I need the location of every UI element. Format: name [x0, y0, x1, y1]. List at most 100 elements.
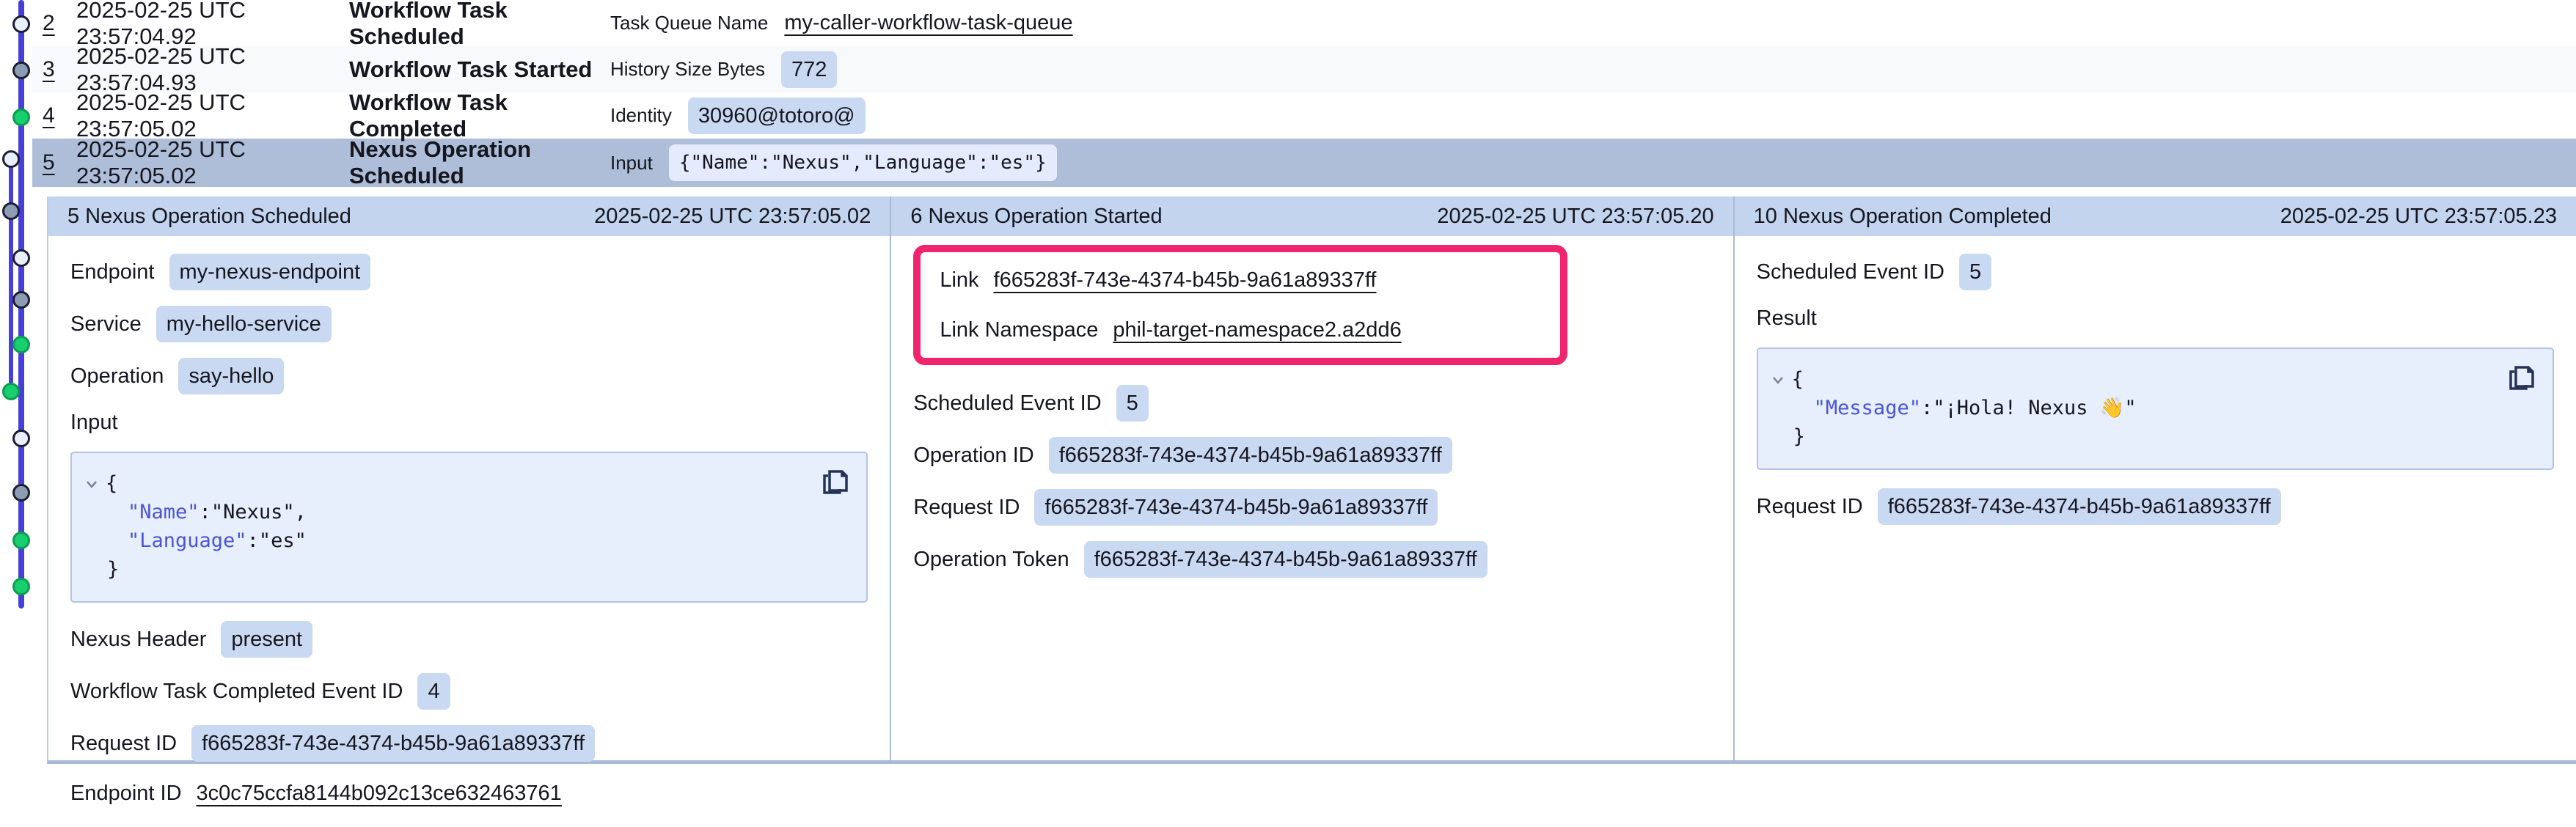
- history-row-nexus-operation-scheduled[interactable]: 5 2025-02-25 UTC 23:57:05.02 Nexus Opera…: [32, 139, 2576, 187]
- event-timestamp: 2025-02-25 UTC 23:57:05.02: [76, 136, 349, 189]
- event-name: Nexus Operation Scheduled: [349, 136, 610, 189]
- panel-header: 6 Nexus Operation Started 2025-02-25 UTC…: [891, 196, 1732, 236]
- panel-timestamp: 2025-02-25 UTC 23:57:05.20: [1437, 205, 1713, 229]
- collapse-chevron-icon[interactable]: [1770, 372, 1786, 388]
- event-dot-started[interactable]: [12, 291, 30, 309]
- wtc-event-id-badge: 4: [417, 673, 450, 710]
- history-row-workflow-task-started[interactable]: 3 2025-02-25 UTC 23:57:04.93 Workflow Ta…: [32, 46, 2576, 92]
- link-namespace-link[interactable]: phil-target-namespace2.a2dd6: [1113, 318, 1401, 342]
- link-highlight-annotation: Link f665283f-743e-4374-b45b-9a61a89337f…: [913, 245, 1567, 365]
- request-id-label: Request ID: [1757, 495, 1863, 519]
- panel-nexus-operation-started: 6 Nexus Operation Started 2025-02-25 UTC…: [890, 196, 1732, 760]
- history-row-workflow-task-completed[interactable]: 4 2025-02-25 UTC 23:57:05.02 Workflow Ta…: [32, 92, 2576, 139]
- input-label: Input: [70, 411, 118, 435]
- wtc-event-id-label: Workflow Task Completed Event ID: [70, 680, 403, 704]
- event-group-detail: 5 Nexus Operation Scheduled 2025-02-25 U…: [47, 196, 2576, 764]
- event-attr-label: History Size Bytes: [610, 58, 765, 81]
- json-close-brace: }: [1793, 422, 1805, 451]
- operation-id-badge: f665283f-743e-4374-b45b-9a61a89337ff: [1049, 437, 1452, 474]
- operation-token-badge: f665283f-743e-4374-b45b-9a61a89337ff: [1084, 541, 1488, 578]
- history-row-workflow-task-scheduled[interactable]: 2 2025-02-25 UTC 23:57:04.92 Workflow Ta…: [32, 0, 2576, 46]
- scheduled-event-id-badge: 5: [1959, 254, 1991, 290]
- operation-token-label: Operation Token: [913, 548, 1069, 572]
- json-value: "Nexus",: [211, 498, 307, 526]
- endpoint-label: Endpoint: [70, 260, 155, 284]
- event-timestamp: 2025-02-25 UTC 23:57:05.02: [76, 89, 349, 142]
- endpoint-badge: my-nexus-endpoint: [169, 254, 371, 290]
- scheduled-event-id-badge: 5: [1116, 385, 1149, 422]
- panel-nexus-operation-completed: 10 Nexus Operation Completed 2025-02-25 …: [1733, 196, 2576, 760]
- operation-label: Operation: [70, 364, 164, 389]
- operation-id-label: Operation ID: [913, 444, 1033, 468]
- event-attr-label: Identity: [610, 104, 672, 127]
- nexus-header-label: Nexus Header: [70, 628, 206, 652]
- input-payload-badge: {"Name":"Nexus","Language":"es"}: [669, 144, 1057, 181]
- event-id-link[interactable]: 4: [43, 103, 76, 128]
- event-dot-scheduled[interactable]: [12, 15, 30, 33]
- input-json-viewer: { "Name": "Nexus", "Language": "es" }: [70, 452, 868, 603]
- json-close-brace: }: [107, 555, 119, 584]
- event-timestamp: 2025-02-25 UTC 23:57:04.93: [76, 43, 349, 96]
- json-open-brace: {: [106, 469, 117, 498]
- event-name: Workflow Task Completed: [349, 89, 610, 142]
- request-id-label: Request ID: [913, 496, 1020, 520]
- event-dot-completed[interactable]: [12, 532, 30, 549]
- event-history-rows: 2 2025-02-25 UTC 23:57:04.92 Workflow Ta…: [32, 0, 2576, 187]
- json-key: "Name": [128, 498, 200, 526]
- scheduled-event-id-label: Scheduled Event ID: [1757, 260, 1944, 284]
- timeline-line: [9, 159, 13, 392]
- event-dot-started[interactable]: [12, 62, 30, 79]
- collapse-chevron-icon[interactable]: [84, 476, 100, 492]
- event-dot-scheduled[interactable]: [2, 150, 20, 168]
- json-value: "es": [259, 526, 307, 555]
- event-attr-label: Input: [610, 152, 653, 174]
- event-id-link[interactable]: 2: [43, 11, 76, 36]
- link-value-link[interactable]: f665283f-743e-4374-b45b-9a61a89337ff: [994, 268, 1377, 293]
- json-key: "Language": [128, 526, 247, 555]
- nexus-header-badge: present: [221, 621, 312, 658]
- endpoint-id-link[interactable]: 3c0c75ccfa8144b092c13ce632463761: [197, 782, 562, 806]
- event-dot-scheduled[interactable]: [12, 430, 30, 447]
- panel-timestamp: 2025-02-25 UTC 23:57:05.02: [594, 205, 871, 229]
- copy-icon[interactable]: [819, 465, 853, 499]
- request-id-label: Request ID: [70, 732, 177, 756]
- link-label: Link: [940, 268, 978, 293]
- request-id-badge: f665283f-743e-4374-b45b-9a61a89337ff: [1878, 488, 2281, 525]
- event-dot-started[interactable]: [12, 484, 30, 501]
- task-queue-link[interactable]: my-caller-workflow-task-queue: [784, 11, 1072, 35]
- copy-icon[interactable]: [2506, 361, 2539, 394]
- panel-title: 6 Nexus Operation Started: [910, 205, 1162, 229]
- event-dot-completed[interactable]: [12, 336, 30, 353]
- result-label: Result: [1757, 306, 1817, 331]
- endpoint-id-label: Endpoint ID: [70, 782, 182, 806]
- panel-title: 10 Nexus Operation Completed: [1754, 205, 2052, 229]
- event-timestamp: 2025-02-25 UTC 23:57:04.92: [76, 0, 349, 50]
- request-id-badge: f665283f-743e-4374-b45b-9a61a89337ff: [1034, 489, 1438, 526]
- event-id-link[interactable]: 3: [43, 57, 76, 82]
- event-dot-completed[interactable]: [12, 578, 30, 595]
- panel-nexus-operation-scheduled: 5 Nexus Operation Scheduled 2025-02-25 U…: [48, 196, 890, 760]
- request-id-badge: f665283f-743e-4374-b45b-9a61a89337ff: [191, 725, 595, 762]
- panel-timestamp: 2025-02-25 UTC 23:57:05.23: [2280, 205, 2557, 229]
- panel-header: 5 Nexus Operation Scheduled 2025-02-25 U…: [48, 196, 890, 236]
- panel-header: 10 Nexus Operation Completed 2025-02-25 …: [1735, 196, 2576, 236]
- scheduled-event-id-label: Scheduled Event ID: [913, 392, 1101, 416]
- event-dot-scheduled[interactable]: [12, 249, 30, 267]
- event-dot-completed[interactable]: [2, 383, 20, 400]
- operation-badge: say-hello: [178, 358, 284, 394]
- json-open-brace: {: [1792, 365, 1804, 394]
- panel-title: 5 Nexus Operation Scheduled: [67, 205, 351, 229]
- event-name: Workflow Task Scheduled: [349, 0, 610, 50]
- history-size-badge: 772: [781, 51, 837, 88]
- event-id-link[interactable]: 5: [43, 150, 76, 175]
- link-namespace-label: Link Namespace: [940, 318, 1098, 342]
- json-key: "Message": [1814, 394, 1921, 422]
- service-label: Service: [70, 312, 142, 337]
- result-json-viewer: { "Message": "¡Hola! Nexus 👋" }: [1757, 348, 2554, 470]
- json-value: "¡Hola! Nexus 👋": [1933, 394, 2136, 422]
- event-dot-started[interactable]: [2, 202, 20, 220]
- event-timeline-rail: [0, 0, 47, 773]
- event-name: Workflow Task Started: [349, 56, 610, 83]
- event-attr-label: Task Queue Name: [610, 12, 768, 34]
- event-dot-completed[interactable]: [12, 109, 30, 126]
